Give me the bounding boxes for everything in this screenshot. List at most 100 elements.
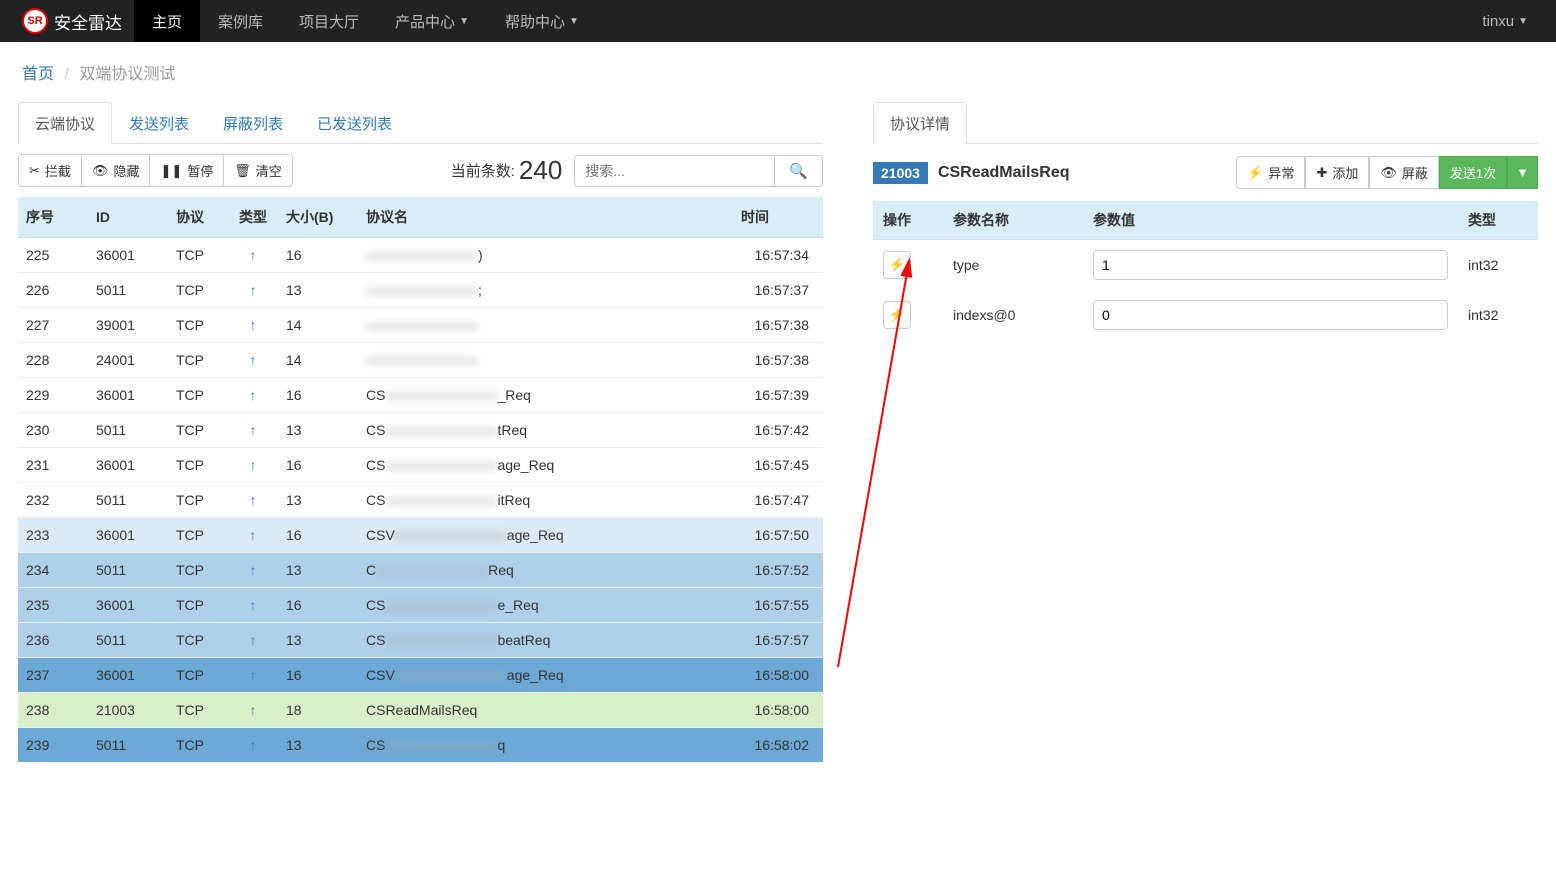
th-ptype: 类型 xyxy=(1458,201,1538,240)
arrow-up-icon: ↑ xyxy=(250,597,257,613)
nav-item-0[interactable]: 主页 xyxy=(134,0,200,42)
table-row[interactable]: 2265011TCP↑13xxxxxxxxxxxxxxxx;16:57:37 xyxy=(18,273,823,308)
intercept-button[interactable]: ✂拦截 xyxy=(18,154,82,187)
th-op: 操作 xyxy=(873,201,943,240)
tab-2[interactable]: 屏蔽列表 xyxy=(206,102,300,144)
detail-panel: 协议详情 21003 CSReadMailsReq ⚡异常 ✚添加 👁屏蔽 发送… xyxy=(873,102,1538,340)
arrow-up-icon: ↑ xyxy=(250,457,257,473)
pause-icon: ❚❚ xyxy=(160,163,182,179)
arrow-up-icon: ↑ xyxy=(250,527,257,543)
brand[interactable]: SR 安全雷达 xyxy=(10,0,134,42)
arrow-up-icon: ↑ xyxy=(250,492,257,508)
arrow-up-icon: ↑ xyxy=(250,702,257,718)
th-pname: 参数名称 xyxy=(943,201,1083,240)
table-row[interactable]: 22536001TCP↑16xxxxxxxxxxxxxxxx)16:57:34 xyxy=(18,238,823,273)
table-row[interactable]: 23136001TCP↑16CSxxxxxxxxxxxxxxxxage_Req1… xyxy=(18,448,823,483)
mask-button[interactable]: 👁屏蔽 xyxy=(1369,156,1439,189)
arrow-up-icon: ↑ xyxy=(250,317,257,333)
arrow-up-icon: ↑ xyxy=(250,247,257,263)
param-action-button[interactable]: ⚡ xyxy=(883,251,911,279)
trash-icon: 🗑 xyxy=(234,163,251,179)
table-row[interactable]: 23821003TCP↑18CSReadMailsReq16:58:00 xyxy=(18,693,823,728)
search-icon: 🔍 xyxy=(789,163,808,180)
table-scroll[interactable]: 序号 ID 协议 类型 大小(B) 协议名 时间 22536001TCP↑16x… xyxy=(18,197,823,763)
bolt-icon: ⚡ xyxy=(889,307,906,323)
search-input[interactable] xyxy=(574,155,774,187)
caret-down-icon: ▼ xyxy=(1518,16,1528,27)
th-name[interactable]: 协议名 xyxy=(358,197,733,238)
user-menu[interactable]: tinxu ▼ xyxy=(1464,0,1546,42)
hide-button[interactable]: 👁隐藏 xyxy=(82,154,151,187)
th-seq[interactable]: 序号 xyxy=(18,197,88,238)
table-row[interactable]: 22824001TCP↑14xxxxxxxxxxxxxxxx16:57:38 xyxy=(18,343,823,378)
param-name: type xyxy=(943,240,1083,291)
top-navbar: SR 安全雷达 主页案例库项目大厅产品中心▼帮助中心▼ tinxu ▼ xyxy=(0,0,1556,42)
breadcrumb-home[interactable]: 首页 xyxy=(22,66,54,83)
caret-down-icon: ▼ xyxy=(569,16,579,27)
table-row[interactable]: 23536001TCP↑16CSxxxxxxxxxxxxxxxxe_Req16:… xyxy=(18,588,823,623)
table-row[interactable]: 23736001TCP↑16CSVxxxxxxxxxxxxxxxxage_Req… xyxy=(18,658,823,693)
param-table: 操作 参数名称 参数值 类型 ⚡ type int32 ⚡ indexs@0 int32 xyxy=(873,201,1538,340)
arrow-up-icon: ↑ xyxy=(250,422,257,438)
bolt-icon: ⚡ xyxy=(1247,165,1263,181)
pause-button[interactable]: ❚❚暂停 xyxy=(150,154,224,187)
bolt-icon: ⚡ xyxy=(889,257,906,273)
protocol-title: CSReadMailsReq xyxy=(938,164,1070,182)
count-value: 240 xyxy=(519,155,562,186)
table-row[interactable]: 2365011TCP↑13CSxxxxxxxxxxxxxxxxbeatReq16… xyxy=(18,623,823,658)
protocol-list-panel: 云端协议发送列表屏蔽列表已发送列表 ✂拦截 👁隐藏 ❚❚暂停 🗑清空 当前条数:… xyxy=(18,102,823,763)
nav-item-1[interactable]: 案例库 xyxy=(200,0,281,42)
nav-item-4[interactable]: 帮助中心▼ xyxy=(487,0,597,42)
table-row[interactable]: 2305011TCP↑13CSxxxxxxxxxxxxxxxxtReq16:57… xyxy=(18,413,823,448)
send-dropdown-button[interactable]: ▼ xyxy=(1507,156,1538,189)
eye-slash-icon: 👁 xyxy=(1380,165,1397,181)
nav-item-2[interactable]: 项目大厅 xyxy=(281,0,377,42)
arrow-up-icon: ↑ xyxy=(250,352,257,368)
send-button[interactable]: 发送1次 xyxy=(1439,156,1507,189)
tab-3[interactable]: 已发送列表 xyxy=(300,102,409,144)
th-id[interactable]: ID xyxy=(88,197,168,238)
search-button[interactable]: 🔍 xyxy=(774,155,823,187)
param-value-input[interactable] xyxy=(1093,300,1448,330)
th-time[interactable]: 时间 xyxy=(733,197,823,238)
table-row[interactable]: 2345011TCP↑13CxxxxxxxxxxxxxxxxReq16:57:5… xyxy=(18,553,823,588)
param-name: indexs@0 xyxy=(943,290,1083,340)
tab-0[interactable]: 云端协议 xyxy=(18,102,112,144)
tab-detail[interactable]: 协议详情 xyxy=(873,102,967,144)
th-size[interactable]: 大小(B) xyxy=(278,197,358,238)
arrow-up-icon: ↑ xyxy=(250,562,257,578)
param-value-input[interactable] xyxy=(1093,250,1448,280)
breadcrumb-current: 双端协议测试 xyxy=(79,66,175,83)
table-row[interactable]: 23336001TCP↑16CSVxxxxxxxxxxxxxxxxage_Req… xyxy=(18,518,823,553)
param-type: int32 xyxy=(1458,290,1538,340)
param-type: int32 xyxy=(1458,240,1538,291)
arrow-up-icon: ↑ xyxy=(250,737,257,753)
th-type[interactable]: 类型 xyxy=(228,197,278,238)
th-pval: 参数值 xyxy=(1083,201,1458,240)
eye-slash-icon: 👁 xyxy=(92,163,109,179)
protocol-table: 序号 ID 协议 类型 大小(B) 协议名 时间 22536001TCP↑16x… xyxy=(18,197,823,762)
exception-button[interactable]: ⚡异常 xyxy=(1236,156,1305,189)
detail-tabs: 协议详情 xyxy=(873,102,1538,144)
caret-down-icon: ▼ xyxy=(459,16,469,27)
clear-button[interactable]: 🗑清空 xyxy=(224,154,293,187)
nav-item-3[interactable]: 产品中心▼ xyxy=(377,0,487,42)
table-row[interactable]: 2395011TCP↑13CSxxxxxxxxxxxxxxxxq16:58:02 xyxy=(18,728,823,763)
caret-down-icon: ▼ xyxy=(1516,165,1529,180)
plus-icon: ✚ xyxy=(1316,165,1327,181)
param-action-button[interactable]: ⚡ xyxy=(883,301,911,329)
add-button[interactable]: ✚添加 xyxy=(1305,156,1369,189)
count-label: 当前条数: xyxy=(451,160,515,181)
breadcrumb-separator: / xyxy=(64,66,68,83)
table-row[interactable]: 22936001TCP↑16CSxxxxxxxxxxxxxxxx_Req16:5… xyxy=(18,378,823,413)
protocol-id-badge: 21003 xyxy=(873,162,928,184)
param-row: ⚡ type int32 xyxy=(873,240,1538,291)
left-tabs: 云端协议发送列表屏蔽列表已发送列表 xyxy=(18,102,823,144)
arrow-up-icon: ↑ xyxy=(250,387,257,403)
th-proto[interactable]: 协议 xyxy=(168,197,228,238)
arrow-up-icon: ↑ xyxy=(250,282,257,298)
table-row[interactable]: 2325011TCP↑13CSxxxxxxxxxxxxxxxxitReq16:5… xyxy=(18,483,823,518)
table-row[interactable]: 22739001TCP↑14xxxxxxxxxxxxxxxx16:57:38 xyxy=(18,308,823,343)
scissors-icon: ✂ xyxy=(29,163,40,179)
tab-1[interactable]: 发送列表 xyxy=(112,102,206,144)
